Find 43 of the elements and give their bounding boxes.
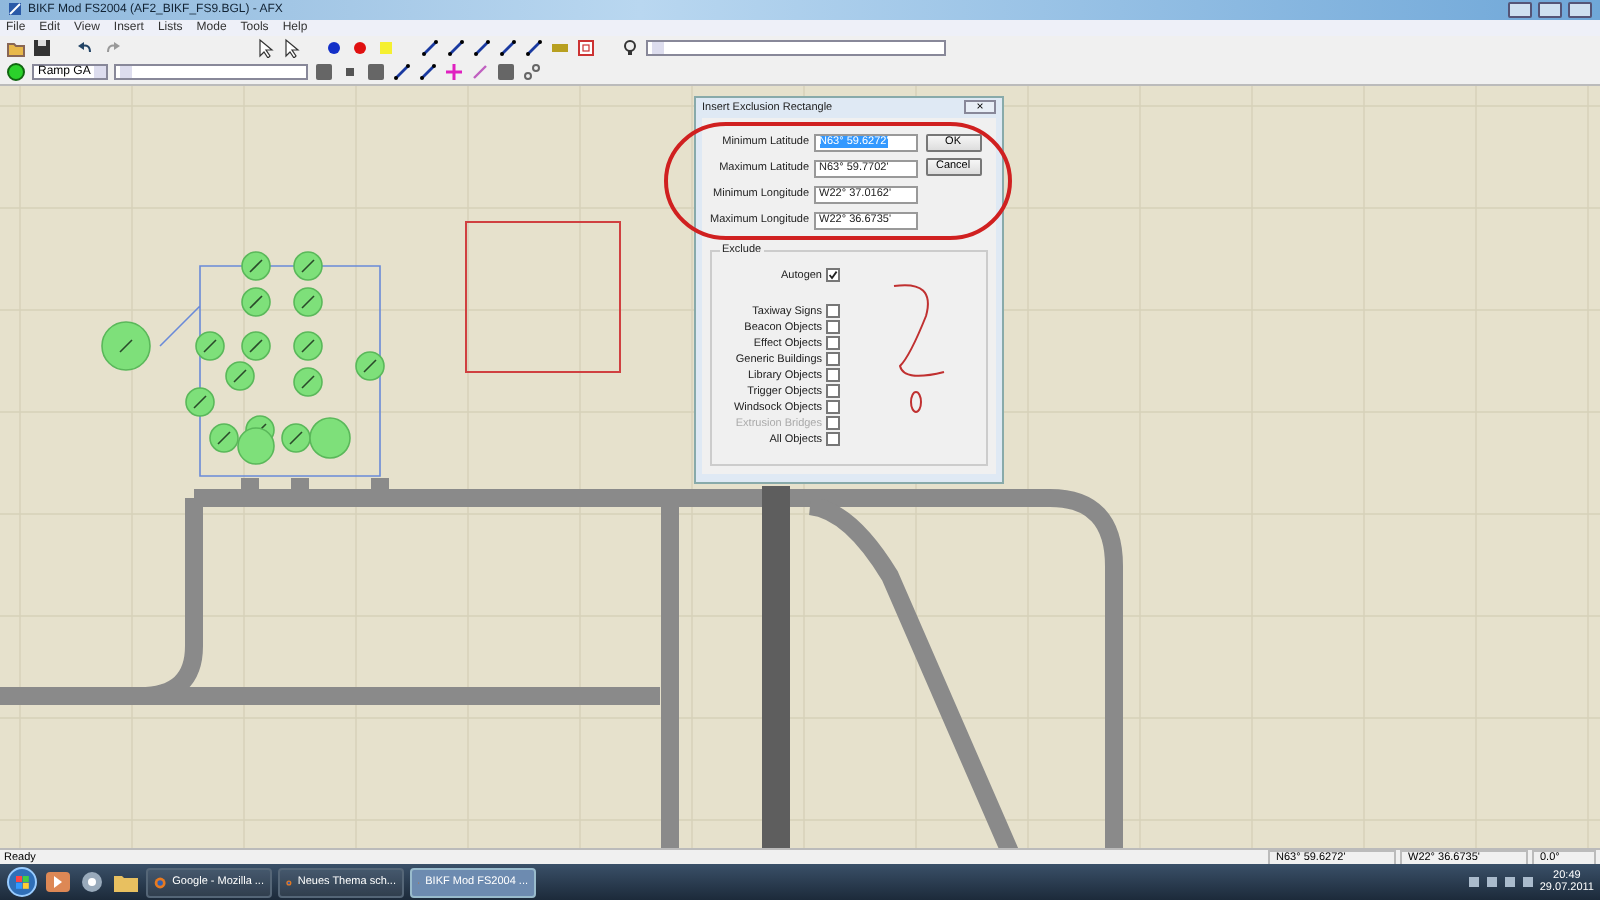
undo-icon[interactable] bbox=[76, 37, 96, 58]
line-icon[interactable] bbox=[472, 37, 492, 58]
line-icon[interactable] bbox=[498, 37, 518, 58]
save-icon[interactable] bbox=[32, 37, 52, 58]
checkbox[interactable] bbox=[826, 384, 840, 399]
pointer-icon[interactable] bbox=[280, 37, 300, 58]
disc-icon[interactable] bbox=[78, 870, 106, 895]
dot-icon[interactable] bbox=[324, 37, 344, 58]
line-icon[interactable] bbox=[420, 37, 440, 58]
rectangle-icon[interactable] bbox=[576, 37, 596, 58]
checkbox[interactable] bbox=[826, 352, 840, 367]
line-icon[interactable] bbox=[392, 61, 412, 82]
checkbox[interactable] bbox=[826, 368, 840, 383]
plus-icon[interactable] bbox=[444, 61, 464, 82]
square-icon[interactable] bbox=[496, 61, 516, 82]
line-icon[interactable] bbox=[418, 61, 438, 82]
nodes-icon[interactable] bbox=[522, 61, 542, 82]
open-folder-icon[interactable] bbox=[6, 37, 26, 58]
maximize-button[interactable] bbox=[1538, 1, 1562, 18]
checkbox[interactable] bbox=[826, 268, 840, 283]
dropdown-field[interactable] bbox=[114, 63, 308, 80]
media-player-icon[interactable] bbox=[44, 870, 72, 895]
folder-icon[interactable] bbox=[112, 870, 140, 895]
dot-icon[interactable] bbox=[350, 37, 370, 58]
line-icon[interactable] bbox=[524, 37, 544, 58]
checkbox[interactable] bbox=[826, 320, 840, 335]
square-icon[interactable] bbox=[366, 61, 386, 82]
circle-icon[interactable] bbox=[6, 61, 26, 82]
start-button[interactable] bbox=[6, 866, 38, 899]
checkbox[interactable] bbox=[826, 304, 840, 319]
bulb-icon[interactable] bbox=[620, 37, 640, 58]
checkbox[interactable] bbox=[826, 432, 840, 447]
checkbox[interactable] bbox=[826, 336, 840, 351]
dropdown-field[interactable] bbox=[646, 39, 946, 56]
line-icon[interactable] bbox=[446, 37, 466, 58]
pointer-icon[interactable] bbox=[254, 37, 274, 58]
square-icon[interactable] bbox=[314, 61, 334, 82]
check-icon bbox=[828, 270, 838, 281]
checkbox[interactable] bbox=[826, 400, 840, 415]
handwritten-mark bbox=[893, 284, 945, 377]
minimize-button[interactable] bbox=[1508, 1, 1532, 18]
close-button[interactable] bbox=[1568, 1, 1592, 18]
handwritten-mark bbox=[910, 390, 922, 413]
